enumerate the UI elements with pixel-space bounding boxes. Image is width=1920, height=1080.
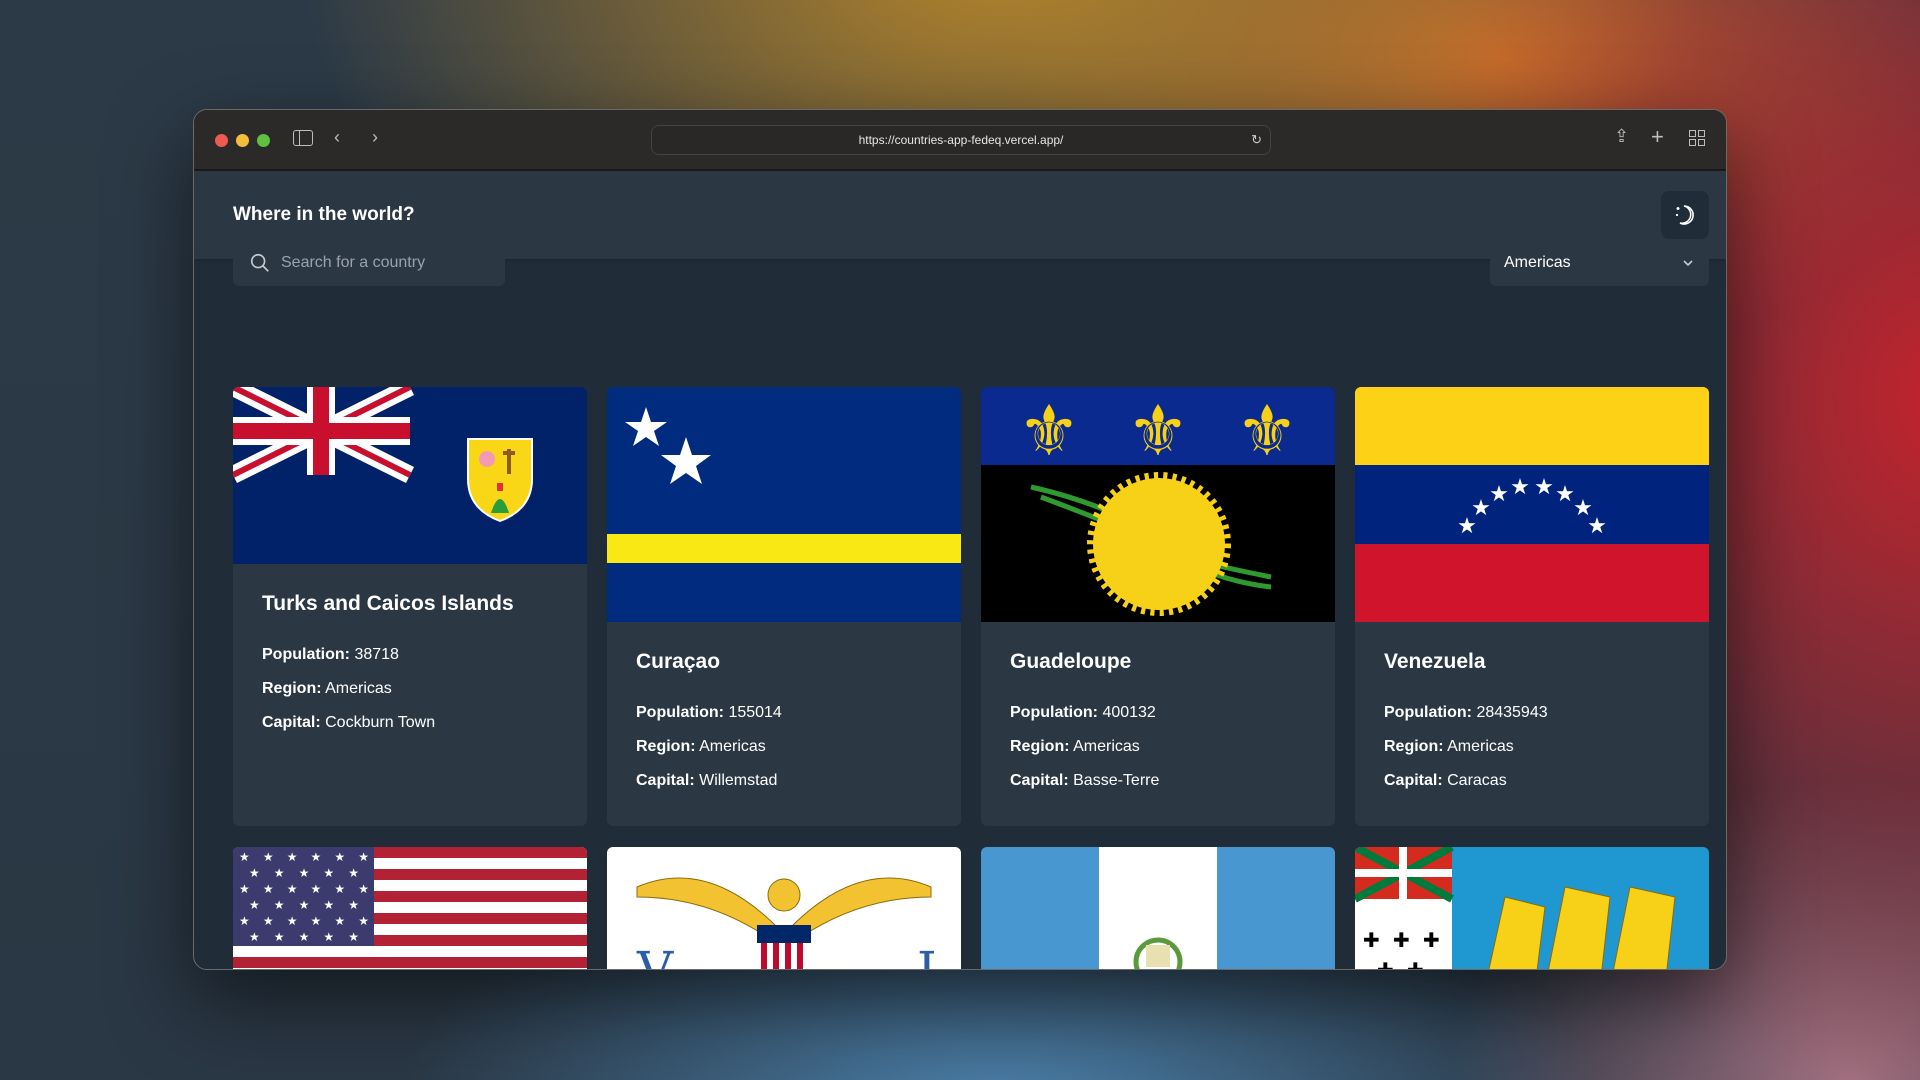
moon-stars-icon [1676, 205, 1694, 225]
theme-toggle-button[interactable] [1661, 191, 1709, 239]
svg-text:✚: ✚ [1423, 928, 1440, 952]
country-flag: ★★★ ★ ★ ★★★ [1355, 387, 1709, 622]
country-flag: V I [607, 847, 961, 970]
country-card[interactable]: ⚜ ⚜ ⚜ Guadeloupe Population: 400132 Regi… [981, 387, 1335, 826]
country-card[interactable]: ★ ★ ★ ★ ★ ★ ★ ★ Venezuela Population: 28435943 … [1355, 387, 1709, 826]
country-name: Guadeloupe [1010, 650, 1132, 673]
country-name: Venezuela [1384, 650, 1486, 673]
country-region: Region: Americas [1384, 738, 1514, 755]
svg-text:✚: ✚ [1363, 928, 1380, 952]
country-capital: Capital: Caracas [1384, 772, 1507, 789]
new-tab-icon[interactable]: + [1651, 124, 1664, 150]
region-filter-dropdown[interactable]: Americas [1490, 239, 1709, 286]
svg-text:⚜: ⚜ [1127, 390, 1190, 472]
country-capital: Capital: Basse-Terre [1010, 772, 1160, 789]
reload-icon[interactable]: ↻ [1251, 126, 1262, 154]
country-flag [607, 387, 961, 622]
share-icon[interactable]: ⇪ [1614, 126, 1629, 147]
svg-text:★: ★ [1489, 482, 1509, 507]
svg-text:V: V [636, 941, 674, 970]
svg-text:★ ★ ★ ★ ★: ★ ★ ★ ★ ★ [249, 866, 359, 880]
search-placeholder: Search for a country [281, 253, 426, 271]
svg-text:★: ★ [1534, 475, 1554, 500]
svg-text:✚: ✚ [1377, 958, 1394, 970]
country-card[interactable]: V I [607, 847, 961, 970]
page-title: Where in the world? [233, 204, 415, 225]
country-capital: Capital: Cockburn Town [262, 714, 436, 731]
country-name: Curaçao [636, 650, 721, 673]
country-flag: ✚ ✚ ✚ ✚ ✚ [1355, 847, 1709, 970]
svg-text:⚜: ⚜ [1018, 390, 1081, 472]
maximize-window-button[interactable] [257, 134, 270, 147]
country-population: Population: 38718 [262, 646, 399, 663]
country-population: Population: 155014 [636, 704, 782, 721]
address-bar[interactable]: https://countries-app-fedeq.vercel.app/ ↻ [651, 125, 1271, 155]
browser-toolbar: ‹ › https://countries-app-fedeq.vercel.a… [194, 110, 1726, 171]
country-card[interactable] [981, 847, 1335, 969]
svg-text:✚: ✚ [1407, 958, 1424, 970]
svg-text:★ ★ ★ ★ ★: ★ ★ ★ ★ ★ [249, 930, 359, 944]
tab-overview-icon[interactable] [1689, 130, 1705, 146]
svg-text:I: I [917, 941, 937, 970]
close-window-button[interactable] [215, 134, 228, 147]
sidebar-icon[interactable] [293, 130, 313, 146]
country-capital: Capital: Willemstad [636, 772, 778, 789]
search-icon [250, 253, 269, 272]
url-text: https://countries-app-fedeq.vercel.app/ [858, 133, 1064, 147]
svg-text:⚜: ⚜ [1236, 390, 1299, 472]
browser-window: ‹ › https://countries-app-fedeq.vercel.a… [193, 109, 1727, 970]
back-icon[interactable]: ‹ [334, 127, 340, 148]
country-flag: ★ ★ ★ ★ ★ ★★ ★ ★ ★ ★★ ★ ★ ★ ★ ★★ ★ ★ ★ ★… [233, 847, 587, 969]
country-flag [233, 387, 587, 564]
region-filter-value: Americas [1504, 253, 1571, 271]
country-card[interactable]: Curaçao Population: 155014 Region: Ameri… [607, 387, 961, 826]
svg-text:✚: ✚ [1393, 928, 1410, 952]
country-card[interactable]: ✚ ✚ ✚ ✚ ✚ [1355, 847, 1709, 970]
minimize-window-button[interactable] [236, 134, 249, 147]
country-flag [981, 847, 1335, 969]
svg-text:★ ★ ★ ★ ★: ★ ★ ★ ★ ★ [249, 898, 359, 912]
search-input[interactable]: Search for a country [233, 239, 505, 286]
forward-icon[interactable]: › [372, 127, 378, 148]
svg-text:★: ★ [1587, 514, 1607, 539]
chevron-down-icon [1683, 259, 1693, 266]
country-name: Turks and Caicos Islands [262, 592, 514, 615]
country-region: Region: Americas [636, 738, 766, 755]
svg-text:★: ★ [1510, 475, 1530, 500]
country-flag: ⚜ ⚜ ⚜ [981, 387, 1335, 622]
svg-text:★: ★ [1555, 482, 1575, 507]
country-card[interactable]: ★ ★ ★ ★ ★ ★ ★ ★ ★ ★ ★ ★ ★ ★ ★ ★ ★ ★ ★ ★ ★ ★… [233, 847, 587, 969]
country-region: Region: Americas [262, 680, 392, 697]
country-population: Population: 28435943 [1384, 704, 1548, 721]
svg-text:★: ★ [1471, 496, 1491, 521]
country-region: Region: Americas [1010, 738, 1140, 755]
country-population: Population: 400132 [1010, 704, 1156, 721]
country-card[interactable]: Turks and Caicos Islands Population: 387… [233, 387, 587, 826]
